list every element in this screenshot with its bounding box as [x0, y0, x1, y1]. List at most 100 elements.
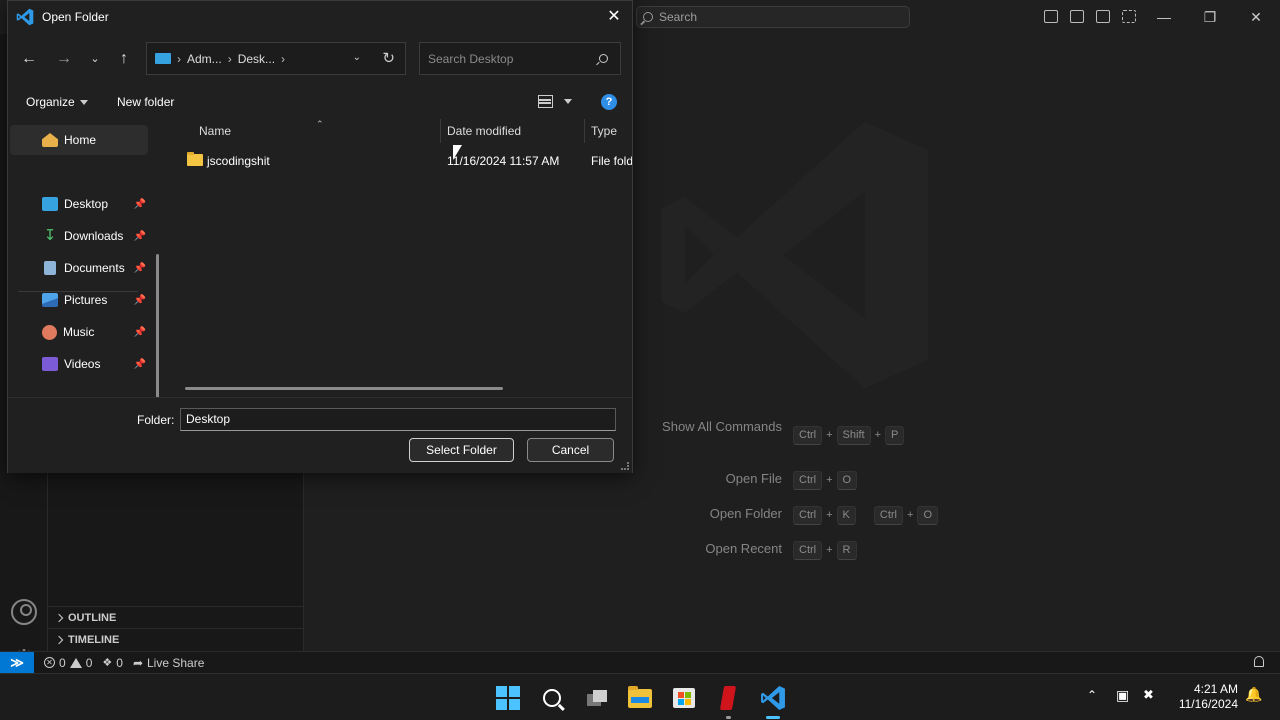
key: R [836, 540, 857, 560]
nav-item-documents[interactable]: Documents 📌 [10, 253, 148, 283]
pin-icon[interactable]: 📌 [134, 199, 146, 210]
horizontal-scrollbar[interactable] [185, 387, 503, 390]
file-row[interactable]: jscodingshit 11/16/2024 11:57 AM File fo… [166, 149, 632, 173]
clock-date: 11/16/2024 [1178, 697, 1238, 711]
address-dropdown-chevron-icon[interactable]: ⌄ [353, 52, 361, 63]
column-divider[interactable] [440, 119, 441, 143]
microsoft-store-button[interactable] [670, 684, 698, 712]
red-app-button[interactable] [714, 684, 742, 712]
task-view-button[interactable] [583, 684, 611, 712]
pin-icon[interactable]: 📌 [134, 295, 146, 306]
navigation-pane: Home Desktop 📌 ↧ Downloads 📌 Documents 📌… [8, 121, 166, 398]
show-hidden-icons-chevron-icon[interactable]: ⌃ [1087, 688, 1097, 702]
back-arrow-icon[interactable]: ← [18, 49, 40, 69]
address-bar[interactable]: › Adm... › Desk... › ⌄ ↻ [146, 42, 406, 75]
task-view-icon [587, 690, 607, 706]
shortcut-label: Open Folder [709, 506, 782, 521]
dialog-close-button[interactable]: ✕ [604, 7, 624, 27]
folder-name-input[interactable]: Desktop [180, 408, 616, 431]
vscode-taskbar-button[interactable] [759, 684, 787, 712]
outline-section[interactable]: OUTLINE [48, 606, 304, 628]
shortcut-open-file[interactable]: Open File Ctrl + O [640, 470, 1040, 490]
pin-icon[interactable]: 📌 [134, 231, 146, 242]
nav-item-label: Documents [64, 261, 125, 275]
dialog-footer: Folder: Desktop Select Folder Cancel [8, 397, 632, 473]
toggle-secondary-sidebar-icon[interactable] [1096, 10, 1110, 23]
toggle-panel-icon[interactable] [1070, 10, 1084, 23]
search-desktop-input[interactable]: Search Desktop [419, 42, 621, 75]
search-icon [599, 54, 608, 63]
nav-item-label: Music [63, 325, 95, 339]
customize-layout-icon[interactable] [1122, 10, 1136, 23]
nav-item-videos[interactable]: Videos 📌 [10, 349, 148, 379]
minimize-button[interactable]: — [1154, 7, 1174, 27]
pin-icon[interactable]: 📌 [134, 263, 146, 274]
file-explorer-button[interactable] [626, 684, 654, 712]
volume-muted-icon[interactable]: ✖ [1143, 687, 1154, 703]
column-header-type[interactable]: Type [591, 124, 617, 138]
column-header-date[interactable]: Date modified [447, 124, 521, 138]
desktop-location-icon [155, 53, 171, 64]
nav-item-home[interactable]: Home [10, 125, 148, 155]
nav-pane-scrollbar[interactable] [156, 254, 159, 398]
shortcut-open-folder[interactable]: Open Folder Ctrl + K Ctrl + O [640, 505, 1040, 525]
refresh-icon[interactable]: ↻ [382, 49, 395, 67]
view-options-icon[interactable] [538, 95, 553, 108]
key: Ctrl [793, 425, 823, 445]
live-share-label: Live Share [147, 655, 205, 670]
mouse-cursor-icon [453, 145, 462, 160]
start-button[interactable] [494, 684, 522, 712]
key: Ctrl [793, 505, 823, 525]
search-placeholder: Search Desktop [428, 51, 514, 66]
notification-bell-icon[interactable]: 🔔 [1245, 686, 1262, 703]
new-folder-button[interactable]: New folder [117, 95, 174, 109]
timeline-section[interactable]: TIMELINE [48, 628, 304, 650]
chevron-right-icon [54, 613, 64, 622]
nav-item-downloads[interactable]: ↧ Downloads 📌 [10, 221, 148, 251]
nav-item-pictures[interactable]: Pictures 📌 [10, 285, 148, 315]
column-header-name[interactable]: Name [199, 124, 231, 138]
organize-button[interactable]: Organize [26, 95, 88, 109]
select-folder-button[interactable]: Select Folder [409, 438, 514, 462]
restore-button[interactable]: ❐ [1200, 7, 1220, 27]
live-share-status[interactable]: ➦ Live Share [133, 656, 204, 670]
shortcut-label: Open File [725, 471, 782, 486]
warning-count: 0 [85, 655, 93, 670]
view-caret-down-icon[interactable] [564, 99, 572, 104]
nav-item-label: Pictures [64, 293, 108, 307]
clock[interactable]: 4:21 AM 11/16/2024 [1179, 682, 1238, 712]
pin-icon[interactable]: 📌 [134, 327, 146, 338]
timeline-label: TIMELINE [68, 633, 120, 646]
nav-item-desktop[interactable]: Desktop 📌 [10, 189, 148, 219]
recent-locations-chevron-icon[interactable]: ⌄ [84, 49, 106, 69]
shortcut-show-all-commands[interactable]: Show All Commands Ctrl + Shift + P [640, 418, 1040, 454]
cancel-button[interactable]: Cancel [527, 438, 614, 462]
desktop-icon [42, 197, 58, 211]
notifications-bell-icon[interactable] [1254, 656, 1264, 667]
breadcrumb-item[interactable]: Adm... [187, 52, 222, 66]
running-indicator [726, 716, 731, 719]
resize-grip-icon[interactable] [621, 462, 629, 470]
close-window-button[interactable]: ✕ [1246, 7, 1266, 27]
key: Shift [836, 425, 871, 445]
column-divider[interactable] [584, 119, 585, 143]
remote-indicator-button[interactable]: ≫ [0, 651, 34, 674]
shortcut-open-recent[interactable]: Open Recent Ctrl + R [640, 540, 1040, 560]
account-icon[interactable] [11, 599, 37, 625]
problems-status[interactable]: ✕ 0 0 [44, 656, 92, 670]
ports-status[interactable]: ❖ 0 [102, 656, 123, 670]
key: Ctrl [793, 470, 823, 490]
command-center-search[interactable]: Search [636, 6, 910, 28]
taskbar-search-button[interactable] [538, 684, 566, 712]
forward-arrow-icon[interactable]: → [53, 49, 75, 69]
toggle-primary-sidebar-icon[interactable] [1044, 10, 1058, 23]
pin-icon[interactable]: 📌 [134, 359, 146, 370]
nav-item-label: Home [64, 133, 97, 147]
up-arrow-icon[interactable]: ↑ [113, 49, 135, 69]
network-icon[interactable]: ▣ [1116, 687, 1129, 704]
status-bar: ≫ ✕ 0 0 ❖ 0 ➦ Live Share [0, 651, 1280, 674]
file-list: ⌃ Name Date modified Type jscodingshit 1… [166, 117, 632, 397]
nav-item-music[interactable]: Music 📌 [10, 317, 148, 347]
help-icon[interactable]: ? [601, 94, 617, 110]
breadcrumb-item[interactable]: Desk... [238, 52, 275, 66]
